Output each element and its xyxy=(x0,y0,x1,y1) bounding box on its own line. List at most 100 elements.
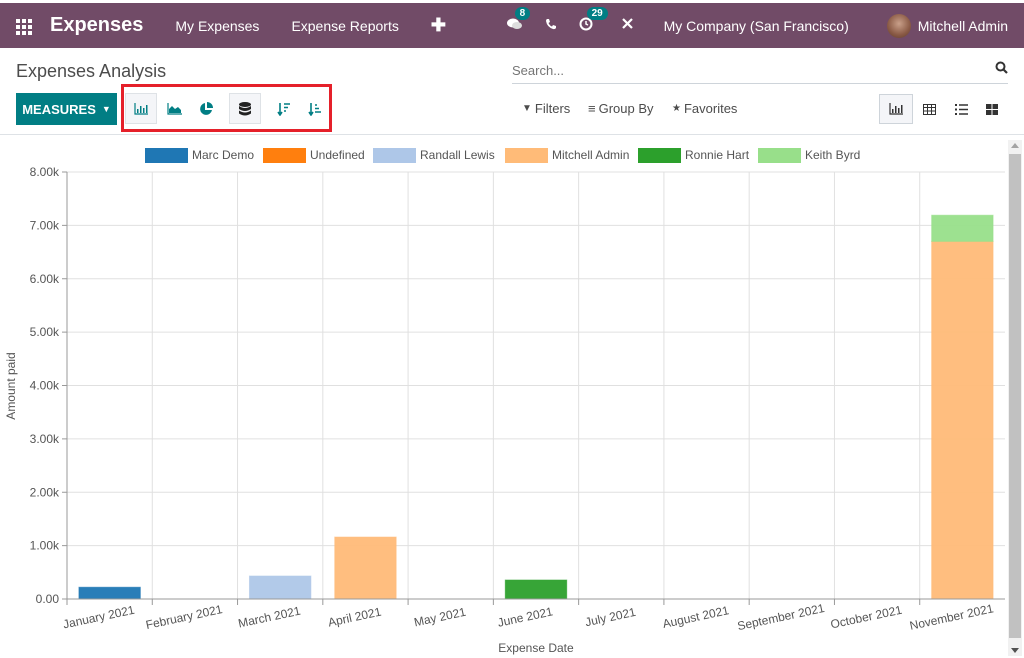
messages-button[interactable]: 8 xyxy=(506,6,531,35)
y-tick-label: 0.00 xyxy=(36,592,60,606)
legend-label: Randall Lewis xyxy=(420,148,495,162)
legend-label: Ronnie Hart xyxy=(685,148,750,162)
bar-chart-icon xyxy=(134,102,148,115)
legend-swatch xyxy=(758,148,801,163)
x-tick-label: August 2021 xyxy=(661,603,730,631)
stacked-button[interactable] xyxy=(229,93,261,124)
activities-button[interactable]: 29 xyxy=(579,6,608,35)
x-axis-label: Expense Date xyxy=(498,641,574,655)
bar-keith-byrd[interactable] xyxy=(931,214,994,242)
menu-expense-reports[interactable]: Expense Reports xyxy=(291,18,398,34)
list-view-button[interactable] xyxy=(944,94,978,124)
legend-item[interactable]: Marc Demo xyxy=(145,148,254,163)
messages-count-badge: 8 xyxy=(514,6,531,20)
legend-label: Undefined xyxy=(310,148,365,162)
legend-item[interactable]: Mitchell Admin xyxy=(505,148,629,163)
y-tick-label: 8.00k xyxy=(30,165,60,179)
legend-swatch xyxy=(638,148,681,163)
y-tick-label: 1.00k xyxy=(30,539,60,553)
user-menu[interactable]: Mitchell Admin xyxy=(918,18,1008,34)
legend-label: Marc Demo xyxy=(192,148,254,162)
legend-item[interactable]: Randall Lewis xyxy=(373,148,495,163)
database-icon xyxy=(239,101,251,115)
x-tick-label: November 2021 xyxy=(908,601,995,633)
user-avatar[interactable] xyxy=(886,13,911,38)
legend-label: Keith Byrd xyxy=(805,148,860,162)
y-tick-label: 6.00k xyxy=(30,272,60,286)
search-bar xyxy=(512,58,1008,84)
x-tick-label: October 2021 xyxy=(829,603,903,632)
x-tick-label: April 2021 xyxy=(327,605,383,630)
graph-view-button[interactable] xyxy=(879,94,913,124)
search-input[interactable] xyxy=(512,58,972,82)
legend-item[interactable]: Undefined xyxy=(263,148,365,163)
y-tick-label: 7.00k xyxy=(30,218,60,232)
x-tick-label: March 2021 xyxy=(237,604,302,631)
bar-mitchell-admin[interactable] xyxy=(931,240,994,600)
favorites-label: Favorites xyxy=(683,101,738,116)
legend-item[interactable]: Ronnie Hart xyxy=(638,148,750,163)
y-tick-label: 4.00k xyxy=(30,379,60,393)
table-icon xyxy=(922,103,936,115)
phone-button[interactable] xyxy=(545,17,557,34)
filters-button[interactable]: ▼ Filters xyxy=(522,101,570,116)
legend-swatch xyxy=(373,148,416,163)
bar-ronnie-hart[interactable] xyxy=(504,579,568,600)
pivot-view-button[interactable] xyxy=(912,94,946,124)
measures-button[interactable]: MEASURES ▼ xyxy=(16,93,117,125)
menu-my-expenses[interactable]: My Expenses xyxy=(175,18,259,34)
legend-swatch xyxy=(263,148,306,163)
star-icon: ★ xyxy=(672,103,681,114)
sort-descending-icon xyxy=(277,102,290,116)
apps-menu-icon[interactable] xyxy=(16,18,34,35)
page-title: Expenses Analysis xyxy=(16,61,167,81)
x-tick-label: May 2021 xyxy=(413,605,468,630)
bars-icon: ≡ xyxy=(588,101,596,116)
y-tick-label: 3.00k xyxy=(30,432,60,446)
list-icon xyxy=(954,103,968,115)
chart-area: 0.00 1.00k 2.00k 3.00k 4.00k 5.00k 6.00k 7.00k 8… xyxy=(0,136,1024,658)
scroll-thumb[interactable] xyxy=(1009,154,1021,638)
legend-swatch xyxy=(505,148,548,163)
bar-marc-demo[interactable] xyxy=(78,586,141,600)
chart-scrollbar[interactable] xyxy=(1008,140,1022,656)
x-tick-label: September 2021 xyxy=(736,601,826,633)
line-chart-button[interactable] xyxy=(158,93,190,124)
group-by-label: Group By xyxy=(598,101,654,116)
legend-label: Mitchell Admin xyxy=(552,148,629,162)
plus-icon[interactable]: ✚ xyxy=(431,15,446,36)
legend-swatch xyxy=(145,148,188,163)
legend-item[interactable]: Keith Byrd xyxy=(758,148,860,163)
company-switcher[interactable]: My Company (San Francisco) xyxy=(664,18,849,34)
scroll-down-arrow-icon[interactable] xyxy=(1011,648,1019,653)
debug-tools-button[interactable] xyxy=(621,17,634,34)
filter-icon: ▼ xyxy=(522,103,532,114)
pie-chart-button[interactable] xyxy=(190,93,222,124)
sort-ascending-button[interactable] xyxy=(299,93,331,124)
bar-chart: 0.00 1.00k 2.00k 3.00k 4.00k 5.00k 6.00k 7.00k 8… xyxy=(4,148,1005,655)
x-tick-label: June 2021 xyxy=(496,604,554,629)
area-chart-icon xyxy=(166,102,182,115)
pie-chart-icon xyxy=(200,101,213,115)
bar-mitchell-admin[interactable] xyxy=(334,536,397,600)
search-icon[interactable] xyxy=(995,61,1008,74)
bar-chart-button[interactable] xyxy=(125,93,157,124)
caret-down-icon: ▼ xyxy=(101,104,111,114)
scroll-up-arrow-icon[interactable] xyxy=(1011,143,1019,148)
y-tick-label: 5.00k xyxy=(30,325,60,339)
favorites-button[interactable]: ★ Favorites xyxy=(672,101,737,116)
x-tick-label: February 2021 xyxy=(144,602,224,632)
sort-descending-button[interactable] xyxy=(268,93,300,124)
kanban-icon xyxy=(986,103,998,115)
sort-ascending-icon xyxy=(308,102,321,116)
bar-randall-lewis[interactable] xyxy=(248,575,312,600)
phone-icon xyxy=(545,19,556,30)
filters-label: Filters xyxy=(534,101,571,116)
activities-count-badge: 29 xyxy=(586,6,608,20)
y-tick-label: 2.00k xyxy=(30,485,60,499)
kanban-view-button[interactable] xyxy=(975,94,1009,124)
x-tick-label: July 2021 xyxy=(584,605,637,629)
group-by-button[interactable]: ≡ Group By xyxy=(588,101,654,116)
app-title[interactable]: Expenses xyxy=(50,14,143,37)
y-axis-label: Amount paid xyxy=(4,352,18,419)
